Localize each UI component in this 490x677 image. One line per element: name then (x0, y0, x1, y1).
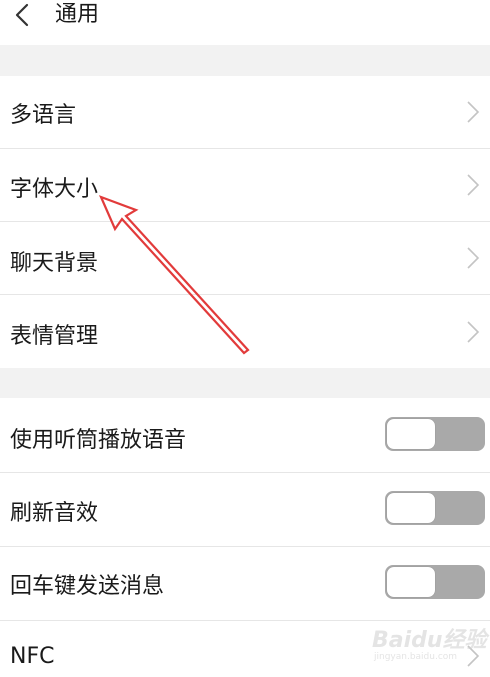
setting-row-label: 回车键发送消息 (10, 574, 165, 599)
setting-row-refresh-sound: 刷新音效 (0, 473, 490, 546)
toggle-knob (387, 419, 435, 449)
back-arrow-icon (15, 3, 29, 27)
earpiece-playback-toggle[interactable] (385, 417, 485, 451)
toggle-knob (387, 493, 435, 523)
setting-row-label: 表情管理 (10, 324, 99, 349)
settings-general-screen: 通用 多语言 字体大小 聊天背景 表情管理 使用听筒播放语音 刷新音效 回车键发… (0, 0, 490, 677)
section-gap (0, 368, 490, 398)
setting-row-earpiece-playback: 使用听筒播放语音 (0, 398, 490, 472)
setting-row-font-size[interactable]: 字体大小 (0, 149, 490, 221)
setting-row-label: 聊天背景 (10, 251, 99, 276)
chevron-right-icon (467, 321, 480, 343)
setting-row-enter-to-send: 回车键发送消息 (0, 547, 490, 620)
refresh-sound-toggle[interactable] (385, 491, 485, 525)
setting-row-label: NFC (10, 644, 55, 669)
baidu-jingyan-watermark: Baidu经验 jingyan.baidu.com (370, 622, 488, 672)
page-title: 通用 (55, 2, 100, 27)
setting-row-label: 字体大小 (10, 177, 99, 202)
setting-row-sticker-management[interactable]: 表情管理 (0, 295, 490, 368)
setting-row-label: 使用听筒播放语音 (10, 428, 187, 453)
top-bar: 通用 (0, 0, 490, 45)
toggle-knob (387, 567, 435, 597)
watermark-logo-text: Baidu经验 (372, 628, 487, 653)
chevron-right-icon (467, 101, 480, 123)
section-gap (0, 45, 490, 76)
setting-row-label: 多语言 (10, 103, 77, 128)
enter-to-send-toggle[interactable] (385, 565, 485, 599)
setting-row-label: 刷新音效 (10, 501, 99, 526)
setting-row-language[interactable]: 多语言 (0, 76, 490, 148)
chevron-right-icon (467, 247, 480, 269)
back-button[interactable] (8, 0, 42, 36)
setting-row-chat-background[interactable]: 聊天背景 (0, 222, 490, 294)
watermark-url: jingyan.baidu.com (374, 652, 458, 662)
chevron-right-icon (467, 174, 480, 196)
